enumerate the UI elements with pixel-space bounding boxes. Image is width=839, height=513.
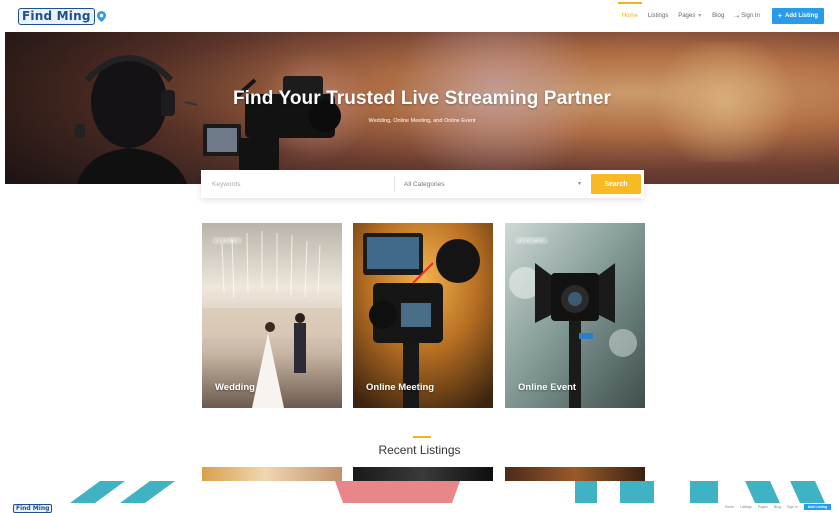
online-meeting-photo xyxy=(353,223,493,408)
hero-subtitle: Wedding, Online Meeting, and Online Even… xyxy=(368,118,476,124)
nav-link-listings[interactable]: Listings xyxy=(648,0,668,32)
add-listing-button[interactable]: + Add Listing xyxy=(771,8,824,24)
search-divider xyxy=(394,176,395,192)
search-bar: All Categories ▼ Search xyxy=(201,170,644,198)
map-pin-icon xyxy=(96,10,106,22)
mini-nav-links: Home Listings Pages Blog Sign In Add Lis… xyxy=(725,504,831,510)
site-logo[interactable]: Find Ming xyxy=(18,7,106,25)
mini-link-home[interactable]: Home xyxy=(725,505,734,509)
category-card-wedding[interactable]: 1 LISTING Wedding xyxy=(202,223,342,408)
mini-link-listings[interactable]: Listings xyxy=(740,505,752,509)
mini-link-signin[interactable]: Sign In xyxy=(787,505,798,509)
mini-link-blog[interactable]: Blog xyxy=(774,505,781,509)
nav-link-home[interactable]: Home xyxy=(617,0,642,32)
recent-listing-thumbnail[interactable] xyxy=(202,467,342,481)
add-listing-label: Add Listing xyxy=(785,13,818,19)
mini-logo[interactable]: Find Ming xyxy=(13,504,53,513)
category-select-value: All Categories xyxy=(404,180,445,188)
recent-listing-thumbnail[interactable] xyxy=(353,467,493,481)
category-select[interactable]: All Categories ▼ xyxy=(404,170,584,198)
section-accent-line xyxy=(413,436,431,438)
cameraman-silhouette xyxy=(75,55,197,184)
hero-title: Find Your Trusted Live Streaming Partner xyxy=(232,88,612,109)
listing-count-badge: 3 LISTINGS xyxy=(515,237,548,244)
signin-label: Sign In xyxy=(741,13,760,19)
hero-banner: Find Your Trusted Live Streaming Partner… xyxy=(5,32,839,184)
wedding-photo xyxy=(202,223,342,408)
category-label: Wedding xyxy=(215,382,255,393)
logo-text: Find Ming xyxy=(18,7,95,25)
listing-count-badge: 1 LISTING xyxy=(212,237,242,244)
search-button[interactable]: Search xyxy=(591,174,641,194)
keywords-input[interactable] xyxy=(201,170,394,198)
chevron-down-icon: ▼ xyxy=(577,181,582,187)
nav-link-blog[interactable]: Blog xyxy=(712,0,724,32)
chevron-down-icon: ▼ xyxy=(697,13,703,19)
nav-links: Home Listings Pages ▼ Blog ⇢ Sign In + A… xyxy=(617,0,824,32)
signin-link[interactable]: ⇢ Sign In xyxy=(734,0,760,32)
category-label: Online Meeting xyxy=(366,382,435,393)
category-label: Online Event xyxy=(518,382,577,393)
online-event-photo xyxy=(505,223,645,408)
mini-navbar: Find Ming Home Listings Pages Blog Sign … xyxy=(0,503,839,513)
mini-add-listing-button[interactable]: Add Listing xyxy=(803,504,831,510)
top-navbar: Find Ming Home Listings Pages ▼ Blog ⇢ S… xyxy=(0,0,839,32)
signin-icon: ⇢ xyxy=(734,13,740,20)
category-card-online-event[interactable]: 3 LISTINGS Online Event xyxy=(505,223,645,408)
recent-listings-title: Recent Listings xyxy=(378,443,461,457)
bottom-preview-strip: Find Ming Home Listings Pages Blog Sign … xyxy=(0,481,839,513)
nav-link-pages-label: Pages xyxy=(678,13,696,19)
plus-icon: + xyxy=(777,12,782,20)
decorative-banner-shapes xyxy=(70,481,825,503)
mini-link-pages[interactable]: Pages xyxy=(758,505,768,509)
nav-link-pages[interactable]: Pages ▼ xyxy=(678,0,702,32)
category-card-online-meeting[interactable]: Online Meeting xyxy=(353,223,493,408)
recent-listing-thumbnail[interactable] xyxy=(505,467,645,481)
